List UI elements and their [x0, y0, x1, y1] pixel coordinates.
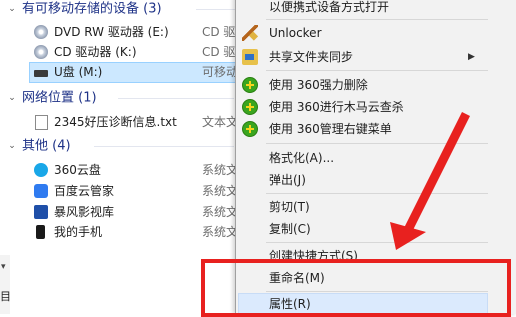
menu-item-360-force-delete[interactable]: 使用 360强力删除	[236, 74, 492, 96]
item-type: CD 驱	[202, 25, 236, 39]
item-name: U盘 (M:)	[54, 65, 103, 79]
menu-item-label: 共享文件夹同步	[269, 50, 354, 64]
list-item-cd-drive[interactable]: CD 驱动器 (K:) CD 驱	[30, 42, 240, 62]
menu-item-label: 复制(C)	[269, 222, 311, 236]
360-trojan-scan-icon	[242, 99, 258, 115]
item-type: 文本文	[202, 115, 239, 129]
menu-item-label: 剪切(T)	[269, 200, 310, 214]
item-name: 2345好压诊断信息.txt	[54, 115, 177, 129]
menu-separator	[266, 19, 488, 20]
menu-separator	[266, 242, 488, 243]
list-item-baofeng[interactable]: 暴风影视库 系统文	[30, 202, 240, 222]
cd-drive-icon	[34, 45, 48, 59]
group-divider	[118, 98, 234, 99]
list-item-text-file[interactable]: 2345好压诊断信息.txt 文本文	[30, 112, 240, 132]
status-bar-text: 目	[0, 290, 11, 303]
item-type: 系统文	[202, 184, 239, 198]
menu-item-shared-folder-sync[interactable]: 共享文件夹同步 ▶	[236, 46, 492, 68]
text-file-icon	[35, 115, 48, 130]
group-divider	[196, 9, 236, 10]
group-title: 其他 (4)	[22, 138, 71, 154]
menu-item-360-menu-manager[interactable]: 使用 360管理右键菜单	[236, 118, 492, 140]
menu-item-label: 弹出(J)	[269, 173, 306, 187]
item-type: 系统文	[202, 225, 239, 239]
submenu-arrow-icon: ▶	[468, 52, 475, 62]
menu-item-eject[interactable]: 弹出(J)	[236, 169, 492, 191]
360-menu-manager-icon	[242, 121, 258, 137]
chevron-down-icon[interactable]: ⌄	[6, 89, 18, 107]
group-title: 网络位置 (1)	[22, 90, 97, 106]
group-divider	[94, 146, 234, 147]
menu-item-label: 使用 360强力删除	[269, 78, 368, 92]
group-header-removable-storage[interactable]: ⌄ 有可移动存储的设备 (3)	[6, 0, 162, 18]
list-item-360-cloud[interactable]: 360云盘 系统文	[30, 160, 240, 180]
list-item-my-phone[interactable]: 我的手机 系统文	[30, 222, 240, 242]
item-type: 系统文	[202, 205, 239, 219]
360-delete-icon	[242, 77, 258, 93]
list-item-baidu-cloud[interactable]: 百度云管家 系统文	[30, 181, 240, 201]
menu-item-360-trojan-scan[interactable]: 使用 360进行木马云查杀	[236, 96, 492, 118]
baofeng-icon	[34, 205, 48, 219]
usb-drive-icon	[34, 70, 48, 77]
dvd-drive-icon	[34, 25, 48, 39]
group-header-other[interactable]: ⌄ 其他 (4)	[6, 137, 71, 155]
item-name: DVD RW 驱动器 (E:)	[54, 25, 169, 39]
menu-item-unlocker[interactable]: Unlocker	[236, 22, 492, 44]
360-cloud-icon	[34, 163, 48, 177]
menu-item-open-as-portable[interactable]: 以便携式设备方式打开	[236, 0, 492, 18]
item-type: 系统文	[202, 163, 239, 177]
item-name: CD 驱动器 (K:)	[54, 45, 137, 59]
chevron-down-icon[interactable]: ⌄	[6, 0, 18, 18]
baidu-cloud-icon	[34, 184, 48, 198]
item-type: 可移动	[202, 65, 239, 79]
sync-folder-icon	[242, 49, 258, 65]
item-name: 百度云管家	[54, 184, 115, 198]
menu-separator	[266, 143, 488, 144]
menu-item-label: Unlocker	[269, 26, 322, 40]
item-type: CD 驱	[202, 45, 236, 59]
list-item-usb-drive[interactable]: U盘 (M:) 可移动	[29, 62, 239, 83]
menu-item-label: 格式化(A)...	[269, 151, 335, 165]
menu-item-cut[interactable]: 剪切(T)	[236, 196, 492, 218]
group-title: 有可移动存储的设备 (3)	[22, 1, 162, 17]
group-header-network-locations[interactable]: ⌄ 网络位置 (1)	[6, 89, 97, 107]
menu-item-format[interactable]: 格式化(A)...	[236, 147, 492, 169]
menu-separator	[266, 70, 488, 71]
item-name: 暴风影视库	[54, 205, 115, 219]
menu-item-copy[interactable]: 复制(C)	[236, 218, 492, 240]
list-item-dvd-drive[interactable]: DVD RW 驱动器 (E:) CD 驱	[30, 22, 240, 42]
menu-separator	[266, 193, 488, 194]
item-name: 360云盘	[54, 163, 101, 177]
menu-item-label: 以便携式设备方式打开	[269, 0, 390, 14]
broom-icon	[242, 25, 258, 41]
menu-item-label: 使用 360管理右键菜单	[269, 122, 392, 136]
chevron-down-icon[interactable]: ⌄	[6, 137, 18, 155]
menu-item-label: 使用 360进行木马云查杀	[269, 100, 404, 114]
scroll-down-icon[interactable]: ▾	[1, 262, 6, 272]
phone-icon	[36, 225, 45, 239]
item-name: 我的手机	[54, 225, 103, 239]
annotation-highlight-box	[201, 259, 511, 317]
